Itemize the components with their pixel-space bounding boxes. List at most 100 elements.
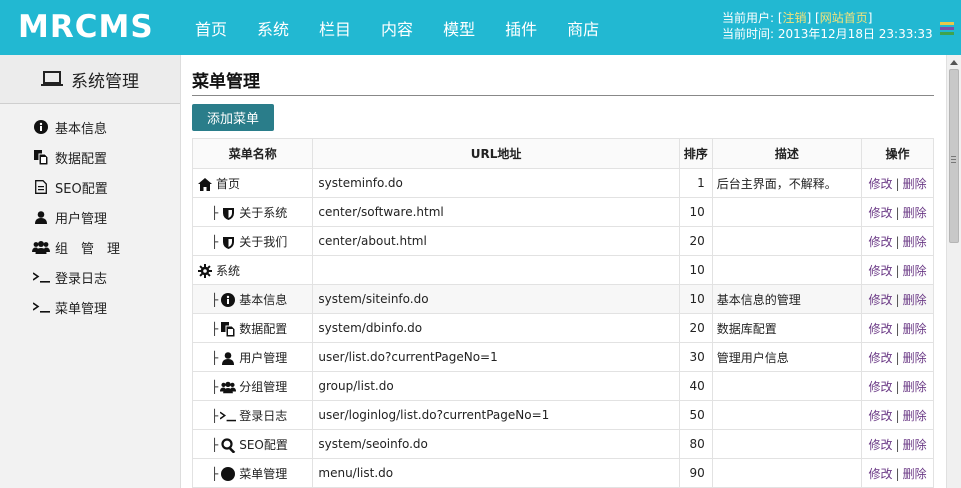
sidebar-item[interactable]: 用户管理 <box>0 202 180 232</box>
terminal-icon <box>32 271 50 283</box>
delete-link[interactable]: 删除 <box>903 409 927 423</box>
nav-item[interactable]: 模型 <box>428 16 490 40</box>
cell-url <box>312 255 680 285</box>
edit-link[interactable]: 修改 <box>869 438 893 452</box>
vertical-scrollbar[interactable] <box>946 55 961 488</box>
col-sort-header: 排序 <box>678 138 713 169</box>
cell-ops: 修改 | 删除 <box>861 400 934 430</box>
sidebar-item[interactable]: SEO配置 <box>0 172 180 202</box>
user-icon <box>32 210 50 224</box>
table-row: ├ 用户管理 user/list.do?currentPageNo=1 30 管理用户信… <box>191 342 934 372</box>
cell-sort: 20 <box>678 226 713 256</box>
tree-branch-icon: ├ <box>211 205 219 220</box>
delete-link[interactable]: 删除 <box>903 177 927 191</box>
cell-sort: 10 <box>678 284 713 314</box>
current-user-label: 当前用户: <box>722 11 775 25</box>
sidebar-item-label: 基本信息 <box>55 121 108 137</box>
nav-item[interactable]: 系统 <box>242 16 304 40</box>
nav-item[interactable]: 内容 <box>366 16 428 40</box>
nav-item[interactable]: 插件 <box>490 16 552 40</box>
sidebar-item-label: SEO配置 <box>55 181 108 197</box>
site-home-link[interactable]: 网站首页 <box>820 11 868 25</box>
sidebar-item-label: 用户管理 <box>55 211 108 227</box>
table-row: ├ 基本信息 system/siteinfo.do 10 基本信息的管理 修改 | 删除 <box>191 284 934 314</box>
edit-link[interactable]: 修改 <box>869 293 893 307</box>
menu-name: SEO配置 <box>239 437 288 452</box>
table-row: ├ SEO配置 system/seoinfo.do 80 修改 | 删除 <box>191 429 934 459</box>
add-menu-button[interactable]: 添加菜单 <box>192 104 274 131</box>
cell-desc: 数据库配置 <box>711 313 863 343</box>
cell-sort: 40 <box>678 371 713 401</box>
search-icon <box>220 437 236 453</box>
col-desc-header: 描述 <box>711 138 863 169</box>
tree-branch-icon: ├ <box>211 379 219 394</box>
cell-url: systeminfo.do <box>312 168 680 198</box>
sidebar: 系统管理 基本信息数据配置 SEO配置用户管理组 管 理登录日志 菜单管理 <box>0 55 181 488</box>
sidebar-header: 系统管理 <box>0 55 180 104</box>
delete-link[interactable]: 删除 <box>903 293 927 307</box>
delete-link[interactable]: 删除 <box>903 380 927 394</box>
menu-toggle-icon[interactable] <box>940 22 954 35</box>
edit-link[interactable]: 修改 <box>869 206 893 220</box>
tree-branch-icon: ├ <box>211 466 219 481</box>
edit-link[interactable]: 修改 <box>869 409 893 423</box>
cell-url: system/siteinfo.do <box>312 284 680 314</box>
home-icon <box>197 177 213 191</box>
edit-link[interactable]: 修改 <box>869 380 893 394</box>
sidebar-item[interactable]: 基本信息 <box>0 112 180 142</box>
edit-link[interactable]: 修改 <box>869 264 893 278</box>
cell-name: ├ 基本信息 <box>191 284 314 314</box>
table-header-row: 菜单名称 URL地址 排序 描述 操作 <box>191 138 934 169</box>
table-row: ├ 关于系统 center/software.html 10 修改 | 删除 <box>191 197 934 227</box>
tree-branch-icon: ├ <box>211 437 219 452</box>
delete-link[interactable]: 删除 <box>903 322 927 336</box>
nav-item[interactable]: 首页 <box>180 16 242 40</box>
cell-url: user/loginlog/list.do?currentPageNo=1 <box>312 400 680 430</box>
op-separator: | <box>895 379 900 394</box>
table-row: 首页 systeminfo.do 1 后台主界面，不解释。 修改 | 删除 <box>191 168 934 198</box>
delete-link[interactable]: 删除 <box>903 467 927 481</box>
cell-name: ├ 菜单管理 <box>191 458 314 488</box>
user-icon <box>220 351 236 365</box>
col-url-header: URL地址 <box>312 138 680 169</box>
menu-name: 关于系统 <box>239 205 288 220</box>
cell-ops: 修改 | 删除 <box>861 226 934 256</box>
delete-link[interactable]: 删除 <box>903 351 927 365</box>
cell-ops: 修改 | 删除 <box>861 168 934 198</box>
sidebar-item[interactable]: 菜单管理 <box>0 292 180 322</box>
col-ops-header: 操作 <box>861 138 934 169</box>
edit-link[interactable]: 修改 <box>869 235 893 249</box>
file-text-icon <box>32 180 50 194</box>
info-circle-icon <box>220 293 236 307</box>
cell-desc: 管理用户信息 <box>711 342 863 372</box>
sidebar-item[interactable]: 登录日志 <box>0 262 180 292</box>
op-separator: | <box>895 234 900 249</box>
cell-url: menu/list.do <box>312 458 680 488</box>
main-nav: 首页 系统 栏目 内容 模型 插件 商店 <box>180 0 614 55</box>
sidebar-item[interactable]: 数据配置 <box>0 142 180 172</box>
nav-item[interactable]: 商店 <box>552 16 614 40</box>
cell-ops: 修改 | 删除 <box>861 429 934 459</box>
delete-link[interactable]: 删除 <box>903 438 927 452</box>
logout-link[interactable]: 注销 <box>783 11 807 25</box>
sidebar-title: 系统管理 <box>71 71 139 92</box>
delete-link[interactable]: 删除 <box>903 206 927 220</box>
delete-link[interactable]: 删除 <box>903 235 927 249</box>
edit-link[interactable]: 修改 <box>869 467 893 481</box>
delete-link[interactable]: 删除 <box>903 264 927 278</box>
edit-link[interactable]: 修改 <box>869 177 893 191</box>
table-row: ├ 关于我们 center/about.html 20 修改 | 删除 <box>191 226 934 256</box>
edit-link[interactable]: 修改 <box>869 351 893 365</box>
tree-branch-icon: ├ <box>211 350 219 365</box>
menu-name: 基本信息 <box>239 292 288 307</box>
cell-name: ├ 关于系统 <box>191 197 314 227</box>
cell-name: ├ 数据配置 <box>191 313 314 343</box>
sidebar-item[interactable]: 组 管 理 <box>0 232 180 262</box>
cell-sort: 80 <box>678 429 713 459</box>
nav-item[interactable]: 栏目 <box>304 16 366 40</box>
edit-link[interactable]: 修改 <box>869 322 893 336</box>
scroll-up-arrow-icon[interactable] <box>950 60 958 65</box>
cell-desc <box>711 197 863 227</box>
cell-desc <box>711 429 863 459</box>
tree-branch-icon: ├ <box>211 292 219 307</box>
